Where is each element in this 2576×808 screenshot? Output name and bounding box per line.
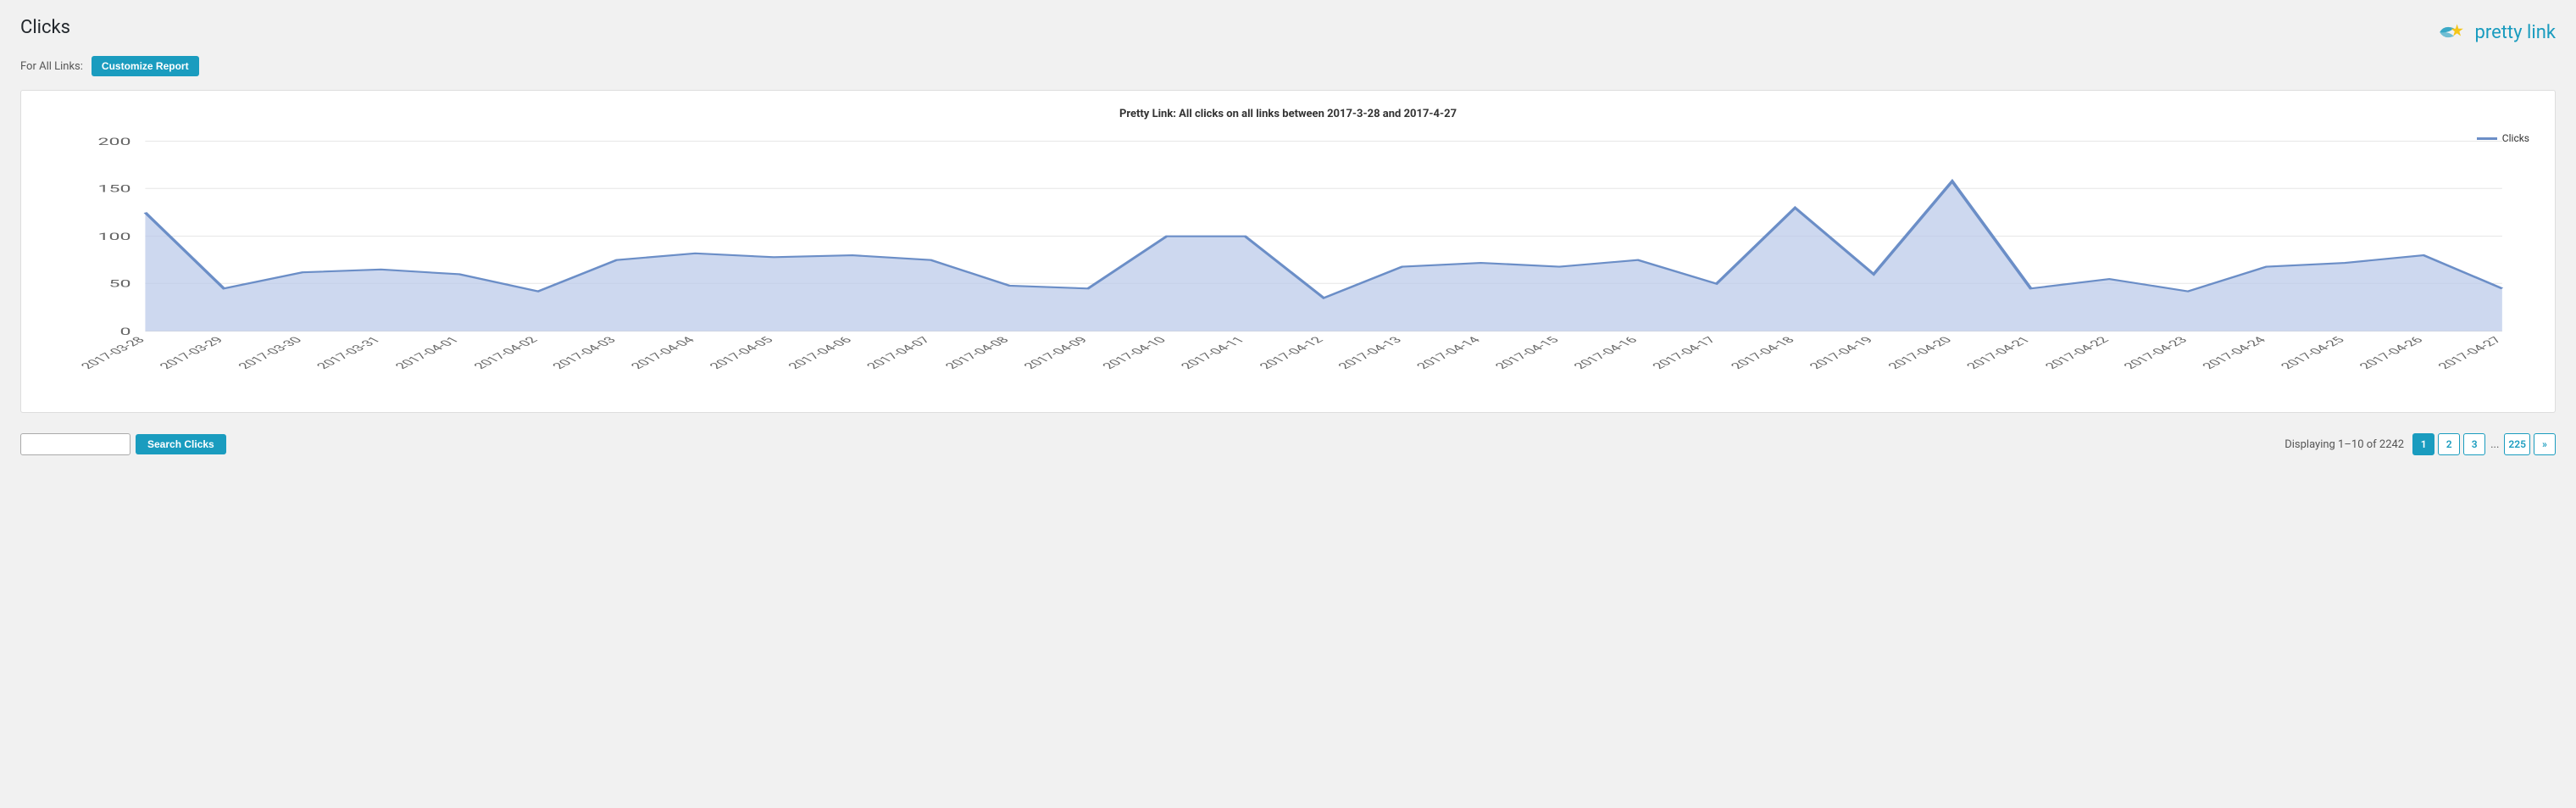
svg-text:2017-03-29: 2017-03-29	[156, 335, 227, 371]
svg-text:2017-03-30: 2017-03-30	[235, 335, 306, 371]
svg-text:2017-04-08: 2017-04-08	[941, 335, 1013, 371]
svg-text:2017-04-02: 2017-04-02	[470, 335, 541, 371]
svg-text:2017-04-20: 2017-04-20	[1885, 335, 1956, 371]
svg-text:2017-04-01: 2017-04-01	[391, 335, 463, 371]
page-btn-1[interactable]: 1	[2412, 433, 2434, 455]
chart-container: Pretty Link: All clicks on all links bet…	[20, 90, 2556, 413]
svg-text:50: 50	[109, 278, 131, 289]
page-title: Clicks	[20, 17, 70, 38]
svg-text:2017-04-06: 2017-04-06	[785, 335, 856, 371]
svg-text:2017-04-05: 2017-04-05	[706, 335, 777, 371]
svg-text:2017-04-26: 2017-04-26	[2356, 335, 2427, 371]
svg-text:2017-04-17: 2017-04-17	[1649, 335, 1720, 371]
svg-text:2017-04-24: 2017-04-24	[2199, 335, 2270, 371]
legend-area: Clicks	[2477, 132, 2529, 144]
svg-text:2017-04-14: 2017-04-14	[1413, 335, 1484, 371]
chart-svg: 200 150 100 50 0	[38, 132, 2538, 404]
svg-text:2017-04-12: 2017-04-12	[1256, 335, 1327, 371]
svg-text:100: 100	[97, 231, 130, 242]
search-area: Search Clicks	[20, 433, 226, 455]
svg-text:2017-04-07: 2017-04-07	[863, 335, 934, 371]
for-all-links-label: For All Links:	[20, 60, 83, 73]
svg-text:2017-04-15: 2017-04-15	[1491, 335, 1563, 371]
search-clicks-button[interactable]: Search Clicks	[136, 434, 226, 454]
svg-text:2017-04-13: 2017-04-13	[1335, 335, 1406, 371]
logo-icon	[2439, 17, 2469, 47]
svg-text:2017-04-09: 2017-04-09	[1020, 335, 1091, 371]
page-wrapper: Clicks pretty link For All Links: Custom…	[0, 0, 2576, 808]
header-row: Clicks pretty link	[20, 17, 2556, 47]
svg-text:2017-04-23: 2017-04-23	[2120, 335, 2191, 371]
page-dots: ...	[2489, 438, 2501, 451]
svg-text:2017-03-28: 2017-03-28	[77, 335, 148, 371]
svg-text:2017-04-18: 2017-04-18	[1727, 335, 1798, 371]
page-btn-2[interactable]: 2	[2438, 433, 2460, 455]
svg-text:2017-04-19: 2017-04-19	[1806, 335, 1877, 371]
page-btn-3[interactable]: 3	[2463, 433, 2485, 455]
svg-text:2017-04-10: 2017-04-10	[1099, 335, 1170, 371]
logo-text: pretty link	[2474, 22, 2556, 43]
svg-text:2017-04-27: 2017-04-27	[2434, 335, 2506, 371]
svg-text:2017-04-11: 2017-04-11	[1177, 335, 1248, 371]
svg-text:2017-04-16: 2017-04-16	[1570, 335, 1641, 371]
chart-fill	[145, 181, 2501, 332]
customize-report-button[interactable]: Customize Report	[92, 56, 199, 76]
svg-text:2017-04-21: 2017-04-21	[1963, 335, 2034, 371]
svg-text:150: 150	[97, 183, 130, 194]
search-input[interactable]	[20, 433, 130, 455]
svg-text:200: 200	[97, 137, 130, 148]
legend-line	[2477, 137, 2497, 140]
svg-text:0: 0	[120, 326, 131, 337]
chart-title: Pretty Link: All clicks on all links bet…	[38, 108, 2538, 120]
pagination-info: Displaying 1–10 of 2242	[2285, 438, 2404, 451]
svg-text:2017-04-04: 2017-04-04	[627, 335, 698, 371]
svg-text:2017-04-25: 2017-04-25	[2277, 335, 2348, 371]
subtitle-row: For All Links: Customize Report	[20, 56, 2556, 76]
bottom-row: Search Clicks Displaying 1–10 of 2242 1 …	[20, 428, 2556, 460]
logo-area: pretty link	[2439, 17, 2556, 47]
svg-text:2017-04-03: 2017-04-03	[549, 335, 620, 371]
legend-label: Clicks	[2502, 132, 2529, 144]
svg-text:2017-04-22: 2017-04-22	[2041, 335, 2112, 371]
chart-line	[145, 181, 2501, 298]
pagination-area: Displaying 1–10 of 2242 1 2 3 ... 225 »	[2285, 433, 2556, 455]
page-btn-225[interactable]: 225	[2504, 433, 2530, 455]
svg-text:2017-03-31: 2017-03-31	[313, 335, 384, 371]
chart-area: Clicks 200 150 100 50 0	[38, 132, 2538, 404]
page-btn-next[interactable]: »	[2534, 433, 2556, 455]
